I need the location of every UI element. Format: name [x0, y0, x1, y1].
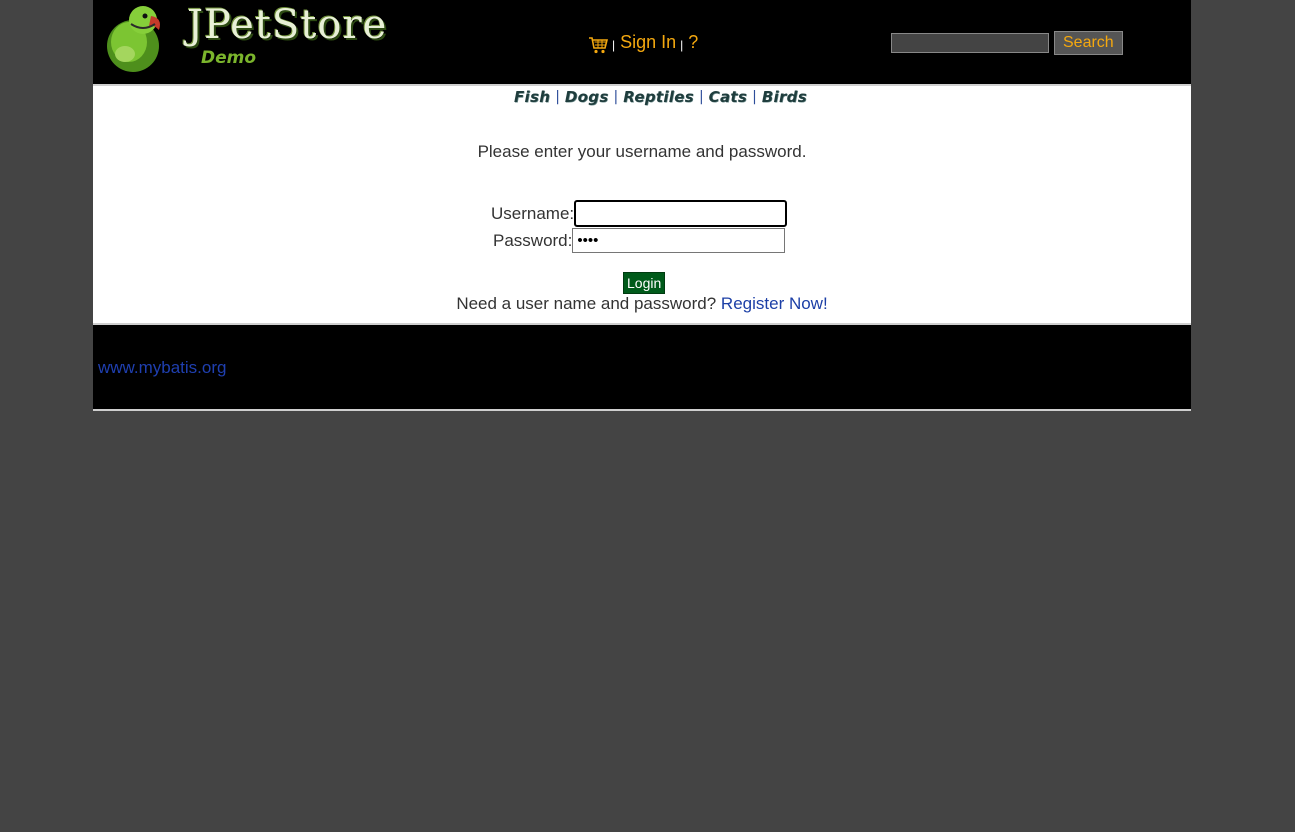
header-menu: | Sign In | ? — [588, 30, 698, 54]
mybatis-link[interactable]: www.mybatis.org — [98, 358, 226, 378]
username-label: Username: — [491, 203, 575, 223]
logo[interactable]: JPetStore Demo — [103, 2, 386, 74]
quicklink-fish[interactable]: Fish — [514, 88, 550, 106]
username-row: Username: — [491, 200, 788, 227]
login-prompt: Please enter your username and password. — [477, 142, 807, 161]
logo-subtitle: Demo — [201, 48, 257, 68]
password-input[interactable] — [572, 228, 786, 253]
menu-separator: | — [680, 38, 684, 52]
search-button[interactable]: Search — [1054, 31, 1123, 55]
username-input[interactable] — [574, 200, 788, 227]
help-link[interactable]: ? — [688, 32, 698, 53]
password-label: Password: — [493, 230, 573, 250]
header: JPetStore Demo | Sign In | ? Search — [93, 0, 1191, 84]
quicklink-separator: | — [752, 89, 757, 105]
category-quicklinks: Fish | Dogs | Reptiles | Cats | Birds — [514, 88, 807, 106]
password-row: Password: — [493, 228, 786, 253]
logo-title: JPetStore — [187, 2, 388, 48]
quicklink-dogs[interactable]: Dogs — [565, 88, 609, 106]
page-wrapper: JPetStore Demo | Sign In | ? Search Fish… — [93, 0, 1191, 411]
footer: www.mybatis.org — [93, 325, 1191, 411]
parrot-logo-icon — [107, 6, 160, 72]
login-button[interactable]: Login — [623, 272, 666, 294]
register-prompt: Need a user name and password? Register … — [93, 294, 1191, 314]
main-content: Fish | Dogs | Reptiles | Cats | Birds Pl… — [93, 84, 1191, 325]
quicklink-separator: | — [613, 89, 619, 105]
quicklink-separator: | — [698, 89, 704, 105]
quicklink-cats[interactable]: Cats — [709, 88, 747, 106]
menu-separator: | — [612, 38, 616, 52]
register-link[interactable]: Register Now! — [721, 294, 828, 313]
sign-in-link[interactable]: Sign In — [620, 32, 676, 53]
quicklink-separator: | — [555, 89, 560, 105]
register-text: Need a user name and password? — [456, 294, 721, 313]
search-input[interactable] — [891, 33, 1049, 53]
quicklink-birds[interactable]: Birds — [762, 88, 807, 106]
quicklink-reptiles[interactable]: Reptiles — [623, 88, 694, 106]
cart-icon[interactable] — [588, 36, 608, 54]
search-form: Search — [891, 31, 1123, 55]
